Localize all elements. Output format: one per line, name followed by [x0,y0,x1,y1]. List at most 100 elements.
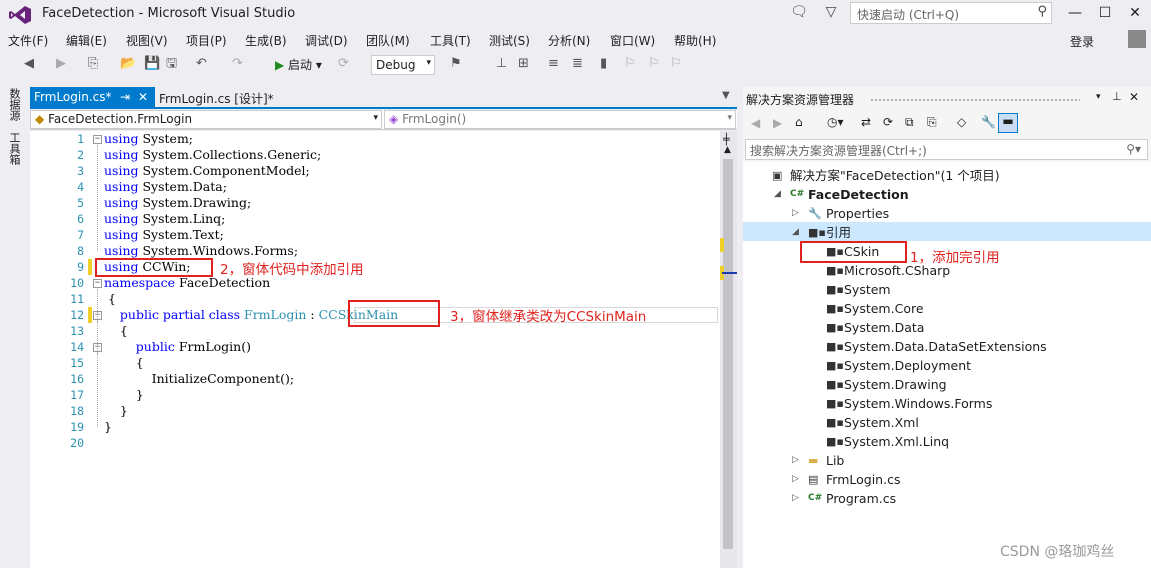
tree-item-label[interactable]: System.Drawing [844,375,947,394]
menu-build[interactable]: 生成(B) [245,32,287,49]
menu-edit[interactable]: 编辑(E) [66,32,107,49]
tree-item-label[interactable]: FrmLogin.cs [826,470,900,489]
forward-icon[interactable]: ▶ [56,56,66,72]
tree-item-label[interactable]: Properties [826,204,889,223]
menu-tools[interactable]: 工具(T) [430,32,471,49]
clear-bookmark-icon[interactable]: ⚐ [670,56,682,72]
uncomment-icon[interactable]: ≣ [572,56,583,72]
quick-launch-input[interactable]: 快速启动 (Ctrl+Q) ⚲ [850,2,1052,24]
collapse-icon[interactable]: − [93,135,102,144]
solution-search-input[interactable]: 搜索解决方案资源管理器(Ctrl+;) ⚲▾ [745,139,1148,160]
next-bookmark-icon[interactable]: ⚐ [648,56,660,72]
panel-menu-icon[interactable]: ▾ [1096,92,1101,102]
code-line[interactable]: } [104,387,144,403]
undo-icon[interactable]: ↶ [196,56,207,72]
properties-icon[interactable]: 🔧 [981,115,996,129]
find-icon[interactable]: ⚑ [450,56,462,72]
menu-test[interactable]: 测试(S) [489,32,530,49]
feedback-icon[interactable]: 🗨 [790,3,808,21]
code-line[interactable]: { [104,323,128,339]
bookmark-list-icon[interactable]: ⊞ [518,56,529,72]
preview-icon[interactable]: ▬ [998,113,1018,133]
code-line[interactable]: } [104,403,128,419]
collapsed-arrow-icon[interactable]: ▷ [792,204,799,223]
menu-analyze[interactable]: 分析(N) [548,32,590,49]
bookmark-icon[interactable]: ▮ [600,56,607,72]
close-icon[interactable]: ✕ [138,90,148,104]
code-line[interactable]: using System.Linq; [104,211,225,227]
scroll-up-icon[interactable]: ▲ [724,145,731,155]
code-line[interactable]: } [104,419,112,435]
code-line[interactable]: using System.Drawing; [104,195,251,211]
code-line[interactable]: public FrmLogin() [104,339,251,355]
prev-bookmark-icon[interactable]: ⚐ [624,56,636,72]
minimize-button[interactable]: — [1061,2,1089,24]
login-link[interactable]: 登录 [1070,33,1094,50]
tree-item-label[interactable]: System.Xml.Linq [844,432,949,451]
code-line[interactable]: using System.Text; [104,227,224,243]
save-all-icon[interactable]: 🖫 [166,56,177,72]
type-dropdown[interactable]: ◆ FaceDetection.FrmLogin ▾ [30,110,382,129]
show-all-files-icon[interactable]: ⎘ [927,115,937,130]
tab-frmlogin-cs[interactable]: FrmLogin.cs* ⇥ ✕ [30,87,155,108]
navigate-icon[interactable]: ⊥ [496,56,507,72]
scroll-thumb[interactable] [723,159,733,549]
solution-config-select[interactable]: Debug ▾ [371,55,435,75]
code-line[interactable]: { [104,355,144,371]
menu-help[interactable]: 帮助(H) [674,32,716,49]
tree-item-label[interactable]: 解决方案"FaceDetection"(1 个项目) [790,166,1000,185]
code-line[interactable]: { [104,291,116,307]
menu-project[interactable]: 项目(P) [186,32,227,49]
code-line[interactable]: using System.ComponentModel; [104,163,310,179]
comment-icon[interactable]: ≡ [548,56,559,72]
tree-item-label[interactable]: Lib [826,451,844,470]
avatar[interactable] [1128,30,1146,48]
code-line[interactable]: InitializeComponent(); [104,371,294,387]
tree-item-label[interactable]: System [844,280,891,299]
sync-icon[interactable]: ⇄ [861,115,871,129]
pin-icon[interactable]: ⇥ [120,90,130,104]
redo-icon[interactable]: ↷ [232,56,243,72]
collapsed-arrow-icon[interactable]: ▷ [792,470,799,489]
new-project-icon[interactable]: ⎘ [88,56,98,72]
expanded-arrow-icon[interactable]: ◢ [774,185,781,204]
member-dropdown[interactable]: ◈ FrmLogin() ▾ [384,110,736,129]
close-icon[interactable]: ✕ [1129,90,1139,104]
expanded-arrow-icon[interactable]: ◢ [792,223,799,242]
tree-item-label[interactable]: Program.cs [826,489,896,508]
menu-view[interactable]: 视图(V) [126,32,168,49]
back-icon[interactable]: ◀ [24,56,34,72]
toolbox-tab[interactable]: 工具箱 [6,132,22,165]
filter-icon[interactable]: ▽ [822,3,840,21]
tree-item-label[interactable]: System.Deployment [844,356,971,375]
tree-item-label[interactable]: 引用 [826,223,851,242]
code-line[interactable]: using System.Collections.Generic; [104,147,321,163]
tab-frmlogin-design[interactable]: FrmLogin.cs [设计]* [159,90,274,107]
code-line[interactable]: using System.Windows.Forms; [104,243,298,259]
vertical-scrollbar[interactable]: ╪ ▲ [720,131,737,568]
menu-team[interactable]: 团队(M) [366,32,410,49]
data-sources-tab[interactable]: 数据源 [6,88,22,121]
code-line[interactable]: using System; [104,131,193,147]
panel-grip[interactable] [870,98,1080,102]
close-button[interactable]: ✕ [1121,2,1149,24]
forward-icon[interactable]: ▶ [773,116,782,130]
refresh-icon[interactable]: ⟳ [338,56,349,72]
pin-icon[interactable]: ⊥ [1112,90,1122,103]
menu-window[interactable]: 窗口(W) [610,32,655,49]
tree-item-label[interactable]: FaceDetection [808,185,909,204]
maximize-button[interactable]: ☐ [1091,2,1119,24]
tree-item-label[interactable]: System.Windows.Forms [844,394,992,413]
view-code-icon[interactable]: ◇ [957,115,966,129]
start-debug-button[interactable]: ▶ 启动 ▾ [275,56,322,73]
tree-item-label[interactable]: System.Core [844,299,924,318]
open-file-icon[interactable]: 📂 [120,56,136,72]
collapse-all-icon[interactable]: ⧉ [905,115,914,130]
save-icon[interactable]: 💾 [144,56,160,72]
tree-item-label[interactable]: System.Xml [844,413,919,432]
tree-item-label[interactable]: System.Data [844,318,924,337]
menu-debug[interactable]: 调试(D) [305,32,348,49]
code-line[interactable]: using System.Data; [104,179,227,195]
collapsed-arrow-icon[interactable]: ▷ [792,451,799,470]
collapsed-arrow-icon[interactable]: ▷ [792,489,799,508]
